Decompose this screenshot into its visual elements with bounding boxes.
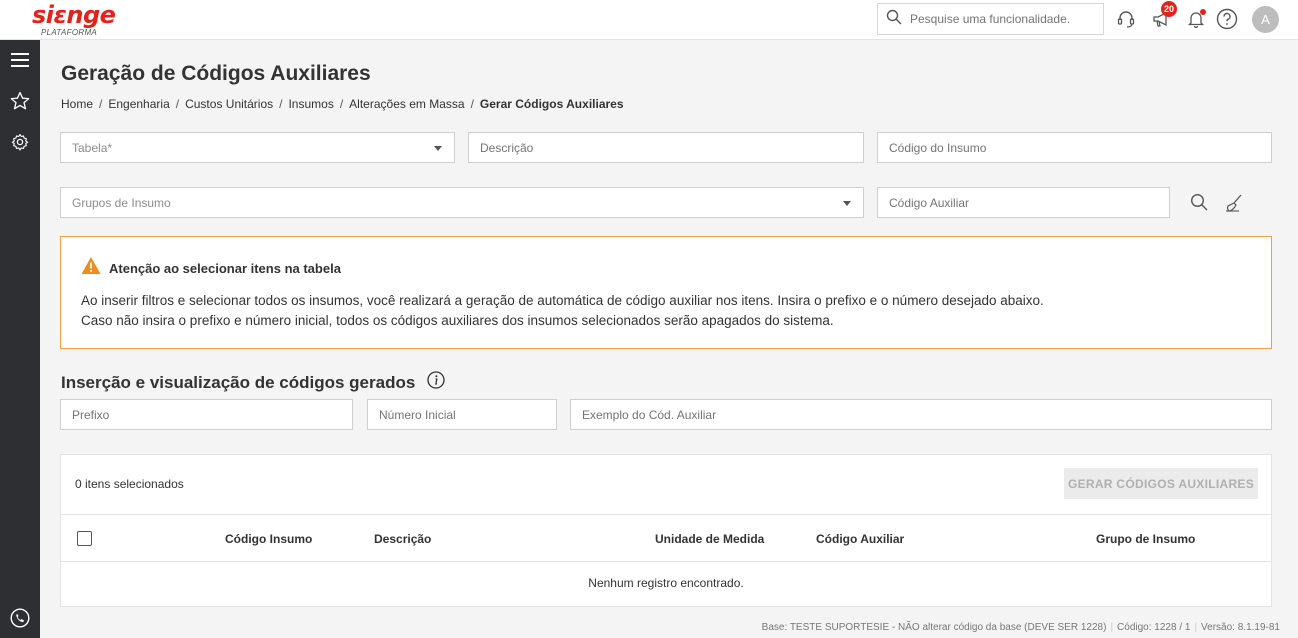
grupos-insumo-select[interactable]: Grupos de Insumo	[60, 187, 864, 218]
warning-triangle-icon	[81, 256, 101, 280]
column-header-grupo-insumo[interactable]: Grupo de Insumo	[1096, 532, 1195, 546]
dropdown-caret-icon	[434, 146, 442, 151]
alert-line-2: Caso não insira o prefixo e número inici…	[81, 313, 834, 328]
logo-subtitle: PLATAFORMA	[41, 28, 98, 37]
breadcrumb-insumos[interactable]: Insumos	[288, 97, 333, 111]
breadcrumb-separator: /	[339, 97, 344, 111]
breadcrumb-custos-unitarios[interactable]: Custos Unitários	[185, 97, 273, 111]
phone-contact-icon[interactable]	[8, 606, 32, 630]
search-icon	[886, 9, 902, 30]
numero-inicial-input[interactable]	[379, 407, 556, 422]
prefixo-input[interactable]	[72, 407, 352, 422]
left-navigation-rail	[0, 40, 40, 638]
select-all-checkbox[interactable]	[77, 531, 92, 546]
footer-separator: |	[1194, 622, 1198, 633]
grupos-insumo-label: Grupos de Insumo	[72, 195, 171, 210]
column-header-codigo-insumo[interactable]: Código Insumo	[225, 532, 312, 546]
breadcrumb-home[interactable]: Home	[61, 97, 93, 111]
star-favorites-icon[interactable]	[8, 89, 32, 113]
exemplo-codigo-auxiliar-field	[570, 399, 1272, 430]
descricao-field[interactable]	[468, 132, 864, 163]
breadcrumb-current: Gerar Códigos Auxiliares	[479, 97, 624, 111]
breadcrumb-separator: /	[175, 97, 180, 111]
notifications-count-badge: 20	[1161, 1, 1177, 17]
selected-count-text: 0 itens selecionados	[75, 477, 184, 491]
numero-inicial-field[interactable]	[367, 399, 557, 430]
breadcrumb-separator: /	[99, 97, 103, 111]
results-table-panel: 0 itens selecionados GERAR CÓDIGOS AUXIL…	[60, 454, 1272, 607]
top-header: siɛnge PLATAFORMA 20 A	[0, 0, 1298, 40]
global-search[interactable]	[877, 3, 1104, 35]
tabela-select[interactable]: Tabela*	[60, 132, 455, 163]
search-button-icon[interactable]	[1190, 193, 1208, 216]
menu-icon[interactable]	[8, 48, 32, 72]
codigo-insumo-input[interactable]	[889, 140, 1271, 155]
search-input[interactable]	[910, 12, 1090, 26]
alert-title: Atenção ao selecionar itens na tabela	[109, 261, 341, 276]
settings-gear-icon[interactable]	[8, 130, 32, 154]
generate-codes-button[interactable]: GERAR CÓDIGOS AUXILIARES	[1064, 468, 1258, 499]
footer-separator: |	[1110, 622, 1114, 633]
breadcrumb-separator: /	[470, 97, 474, 111]
info-icon[interactable]	[427, 371, 445, 394]
dropdown-caret-icon	[843, 201, 851, 206]
footer-versao: Versão: 8.1.19-81	[1201, 622, 1280, 633]
empty-table-message: Nenhum registro encontrado.	[588, 576, 744, 590]
breadcrumb-alteracoes-em-massa[interactable]: Alterações em Massa	[349, 97, 464, 111]
prefixo-field[interactable]	[60, 399, 353, 430]
alert-message: Ao inserir filtros e selecionar todos os…	[81, 291, 1044, 331]
warning-alert: Atenção ao selecionar itens na tabela Ao…	[60, 236, 1272, 349]
column-header-descricao[interactable]: Descrição	[374, 532, 431, 546]
insertion-title-text: Inserção e visualização de códigos gerad…	[61, 372, 416, 392]
clear-broom-icon[interactable]	[1224, 193, 1244, 218]
codigo-insumo-field[interactable]	[877, 132, 1272, 163]
insertion-section-title: Inserção e visualização de códigos gerad…	[61, 371, 445, 394]
page-title: Geração de Códigos Auxiliares	[61, 62, 371, 85]
descricao-input[interactable]	[480, 140, 863, 155]
logo-wordmark: siɛnge	[32, 1, 116, 29]
column-header-codigo-auxiliar[interactable]: Código Auxiliar	[816, 532, 904, 546]
column-header-unidade-medida[interactable]: Unidade de Medida	[655, 532, 764, 546]
sienge-logo[interactable]: siɛnge PLATAFORMA	[32, 1, 116, 37]
alert-line-1: Ao inserir filtros e selecionar todos os…	[81, 293, 1044, 308]
breadcrumb-engenharia[interactable]: Engenharia	[108, 97, 169, 111]
support-headset-icon[interactable]	[1115, 8, 1137, 30]
table-header: Código Insumo Descrição Unidade de Medid…	[61, 514, 1271, 562]
footer-codigo: Código: 1228 / 1	[1117, 622, 1191, 633]
bell-alert-dot	[1200, 9, 1206, 15]
status-footer: Base: TESTE SUPORTESIE - NÃO alterar cód…	[40, 618, 1298, 638]
user-avatar[interactable]: A	[1252, 6, 1279, 33]
breadcrumb-separator: /	[279, 97, 283, 111]
exemplo-codigo-auxiliar-input	[582, 407, 1271, 422]
breadcrumb: Home / Engenharia / Custos Unitários / Insu…	[61, 97, 624, 111]
main-content: Geração de Códigos Auxiliares Home / Enge…	[40, 40, 1298, 618]
footer-base: Base: TESTE SUPORTESIE - NÃO alterar cód…	[761, 622, 1107, 633]
tabela-label: Tabela*	[72, 140, 113, 155]
codigo-auxiliar-field[interactable]	[877, 187, 1170, 218]
help-icon[interactable]	[1216, 8, 1238, 30]
codigo-auxiliar-input[interactable]	[889, 195, 1169, 210]
